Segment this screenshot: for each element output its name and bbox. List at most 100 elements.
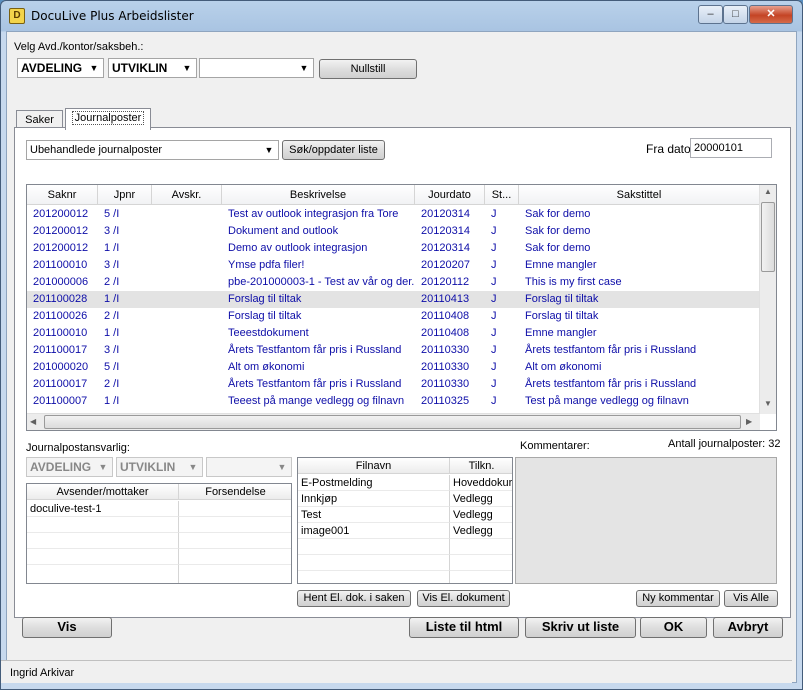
department-select[interactable]: AVDELING ▼ xyxy=(17,58,104,78)
cell-jourdato: 20120207 xyxy=(421,259,470,271)
responsible-department-select: AVDELING ▼ xyxy=(26,457,113,477)
cell-saknr: 201200012 xyxy=(33,242,89,254)
scroll-right-icon[interactable]: ▶ xyxy=(746,417,752,426)
cell-avskr xyxy=(152,257,222,274)
cell-status: J xyxy=(491,344,497,356)
tab-journalposter-label: Journalposter xyxy=(71,111,145,125)
close-button[interactable]: ✕ xyxy=(749,5,793,24)
cell-sakstittel: Emne mangler xyxy=(525,327,597,339)
cell-avskr xyxy=(152,240,222,257)
tab-journalposter[interactable]: Journalposter xyxy=(65,108,151,130)
table-row[interactable]: 201100017 3 /I Årets Testfantom får pris i… xyxy=(27,342,760,359)
col-beskrivelse[interactable]: Beskrivelse xyxy=(222,185,415,205)
scroll-left-icon[interactable]: ◀ xyxy=(30,417,36,426)
scroll-down-icon[interactable]: ▼ xyxy=(760,399,776,408)
cell-sakstittel: This is my first case xyxy=(525,276,622,288)
from-date-input[interactable]: 20000101 xyxy=(690,138,772,158)
cell-beskrivelse: pbe-201000003-1 - Test av vår og der... xyxy=(228,276,415,288)
file-link[interactable]: Vedlegg xyxy=(450,507,512,523)
file-link[interactable]: Hoveddokur xyxy=(450,475,512,491)
empty-cell xyxy=(179,533,291,549)
search-update-button[interactable]: Søk/oppdater liste xyxy=(282,140,385,160)
file-name[interactable]: Test xyxy=(298,507,450,523)
grid-vertical-scrollbar[interactable]: ▲ ▼ xyxy=(759,185,776,414)
table-row[interactable]: 201100007 1 /I Teeest på mange vedlegg og … xyxy=(27,393,760,410)
sender-shipment[interactable] xyxy=(179,501,291,517)
cell-saknr: 201200012 xyxy=(33,208,89,220)
title-bar[interactable]: D DocuLive Plus Arbeidslister – □ ✕ xyxy=(1,1,802,31)
col-avskr[interactable]: Avskr. xyxy=(152,185,222,205)
minimize-button[interactable]: – xyxy=(698,5,723,24)
file-name[interactable]: image001 xyxy=(298,523,450,539)
file-link[interactable]: Vedlegg xyxy=(450,491,512,507)
empty-cell xyxy=(27,533,179,549)
col-sakstittel[interactable]: Sakstittel xyxy=(519,185,760,205)
table-row[interactable]: 201100010 1 /I Teeestdokument 20110408 J Emne… xyxy=(27,325,760,342)
cell-avskr xyxy=(152,308,222,325)
maximize-button[interactable]: □ xyxy=(723,5,748,24)
cell-jpnr: 5 /I xyxy=(104,208,120,220)
table-row[interactable]: 201100026 2 /I Forslag til tiltak 20110408 J… xyxy=(27,308,760,325)
cell-status: J xyxy=(491,327,497,339)
cell-beskrivelse: Årets Testfantom får pris i Russland xyxy=(228,378,402,390)
ok-button[interactable]: OK xyxy=(640,617,707,638)
list-type-value: Ubehandlede journalposter xyxy=(30,144,163,156)
col-shipment[interactable]: Forsendelse xyxy=(179,484,291,500)
table-row[interactable]: 201200012 5 /I Test av outlook integrasjon… xyxy=(27,206,760,223)
table-row[interactable]: 201100010 3 /I Ymse pdfa filer! 20120207 J Em… xyxy=(27,257,760,274)
cell-beskrivelse: Ymse pdfa filer! xyxy=(228,259,305,271)
cell-avskr xyxy=(152,206,222,223)
col-status[interactable]: St... xyxy=(485,185,519,205)
show-all-button[interactable]: Vis Alle xyxy=(724,590,778,607)
scroll-thumb[interactable] xyxy=(761,202,775,272)
cell-jpnr: 3 /I xyxy=(104,225,120,237)
empty-cell xyxy=(27,549,179,565)
journal-grid: Saknr Jpnr Avskr. Beskrivelse Jourdato S… xyxy=(26,184,777,431)
sender-name[interactable]: doculive-test-1 xyxy=(27,501,179,517)
col-sender[interactable]: Avsender/mottaker xyxy=(27,484,179,500)
cell-beskrivelse: Teeest på mange vedlegg og filnavn xyxy=(228,395,405,407)
cell-jourdato: 20110330 xyxy=(421,378,470,390)
col-saknr[interactable]: Saknr xyxy=(27,185,98,205)
office-select[interactable]: UTVIKLIN ▼ xyxy=(108,58,197,78)
list-to-html-button[interactable]: Liste til html xyxy=(409,617,519,638)
print-list-button[interactable]: Skriv ut liste xyxy=(525,617,636,638)
reset-button[interactable]: Nullstill xyxy=(319,59,417,79)
cell-sakstittel: Emne mangler xyxy=(525,259,597,271)
table-row[interactable]: 201000006 2 /I pbe-201000003-1 - Test av v… xyxy=(27,274,760,291)
handler-select[interactable]: ▼ xyxy=(199,58,314,78)
table-row[interactable]: 201100028 1 /I Forslag til tiltak 20110413 J… xyxy=(27,291,760,308)
empty-cell xyxy=(298,571,450,583)
col-filename[interactable]: Filnavn xyxy=(298,458,450,474)
show-el-doc-button[interactable]: Vis El. dokument xyxy=(417,590,510,607)
hscroll-thumb[interactable] xyxy=(44,415,741,429)
table-row[interactable]: 201100017 2 /I Årets Testfantom får pris i… xyxy=(27,376,760,393)
doculive-app-icon: D xyxy=(9,8,25,24)
cell-jpnr: 2 /I xyxy=(104,310,120,322)
file-name[interactable]: Innkjøp xyxy=(298,491,450,507)
comments-box[interactable] xyxy=(515,457,777,584)
cell-jourdato: 20110413 xyxy=(421,293,470,305)
col-link[interactable]: Tilkn. xyxy=(450,458,512,474)
fetch-el-doc-button[interactable]: Hent El. dok. i saken xyxy=(297,590,411,607)
table-row[interactable]: 201200012 1 /I Demo av outlook integrasjon… xyxy=(27,240,760,257)
cell-beskrivelse: Test av outlook integrasjon fra Tore xyxy=(228,208,399,220)
table-row[interactable]: 201000020 5 /I Alt om økonomi 20110330 J Alt … xyxy=(27,359,760,376)
grid-header: Saknr Jpnr Avskr. Beskrivelse Jourdato S… xyxy=(27,185,760,205)
scroll-up-icon[interactable]: ▲ xyxy=(760,187,776,196)
cell-beskrivelse: Alt om økonomi xyxy=(228,361,305,373)
cell-sakstittel: Årets testfantom får pris i Russland xyxy=(525,378,697,390)
grid-horizontal-scrollbar[interactable]: ◀ ▶ xyxy=(27,413,760,430)
cell-status: J xyxy=(491,242,497,254)
file-name[interactable]: E-Postmelding xyxy=(298,475,450,491)
table-row[interactable]: 201200012 3 /I Dokument and outlook 2012031… xyxy=(27,223,760,240)
cell-status: J xyxy=(491,310,497,322)
cell-saknr: 201000020 xyxy=(33,361,89,373)
new-comment-button[interactable]: Ny kommentar xyxy=(636,590,720,607)
list-type-select[interactable]: Ubehandlede journalposter ▼ xyxy=(26,140,279,160)
cancel-button[interactable]: Avbryt xyxy=(713,617,783,638)
col-jpnr[interactable]: Jpnr xyxy=(98,185,152,205)
show-button[interactable]: Vis xyxy=(22,617,112,638)
file-link[interactable]: Vedlegg xyxy=(450,523,512,539)
col-jourdato[interactable]: Jourdato xyxy=(415,185,485,205)
